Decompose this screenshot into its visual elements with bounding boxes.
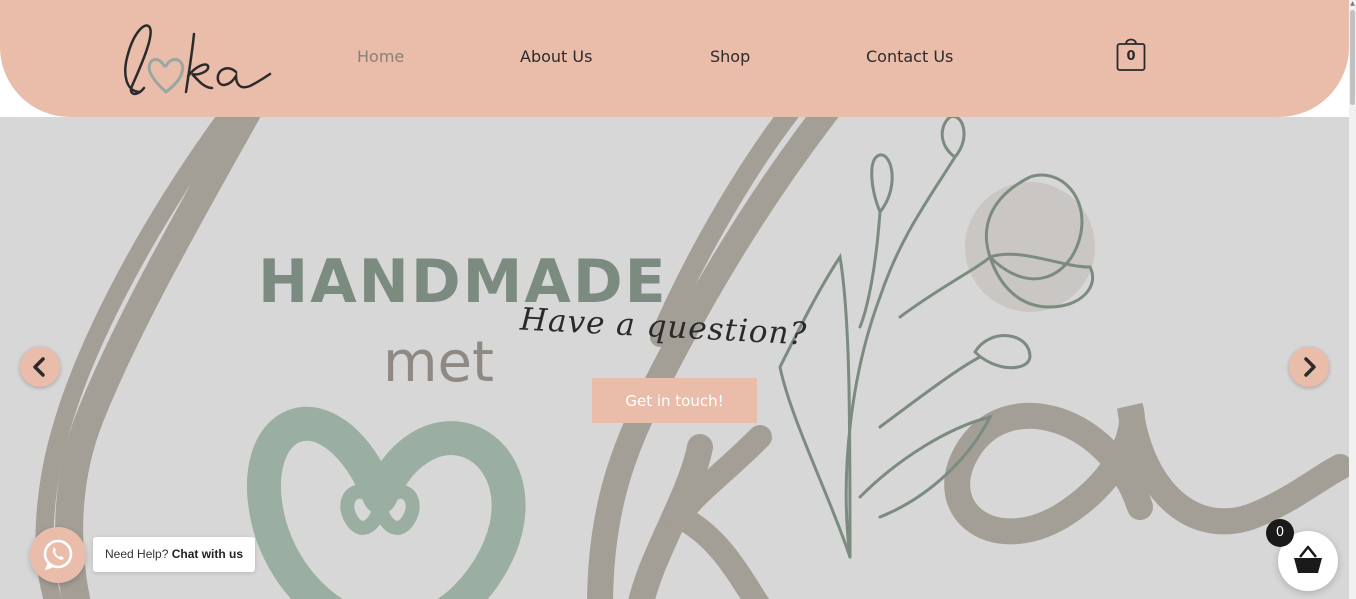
whatsapp-help-label[interactable]: Need Help? Chat with us xyxy=(93,537,256,572)
whatsapp-chat-button[interactable] xyxy=(30,527,86,583)
hero-background-illustration xyxy=(35,117,1349,599)
site-header: Home About Us Shop Contact Us 0 xyxy=(0,0,1349,117)
slider-prev-button[interactable] xyxy=(20,347,60,387)
header-cart-count: 0 xyxy=(1126,49,1136,64)
page-scrollbar[interactable]: ▲ xyxy=(1349,0,1356,599)
hero-slider: HANDMADE met Have a question? Get in tou… xyxy=(0,117,1349,599)
scrollbar-thumb[interactable] xyxy=(1350,10,1355,105)
slider-next-button[interactable] xyxy=(1289,347,1329,387)
whatsapp-help-prefix: Need Help? xyxy=(105,547,169,561)
nav-home[interactable]: Home xyxy=(357,47,404,66)
nav-shop[interactable]: Shop xyxy=(710,47,750,66)
get-in-touch-button[interactable]: Get in touch! xyxy=(592,378,757,423)
floating-cart-count: 0 xyxy=(1266,519,1294,547)
scroll-up-icon[interactable]: ▲ xyxy=(1349,0,1356,8)
nav-about-us[interactable]: About Us xyxy=(520,47,592,66)
hero-headline: HANDMADE xyxy=(258,247,668,317)
chevron-right-icon xyxy=(1304,357,1316,377)
header-cart-button[interactable]: 0 xyxy=(1116,36,1148,74)
hero-subline: met xyxy=(383,330,494,395)
nav-contact-us[interactable]: Contact Us xyxy=(866,47,953,66)
chevron-left-icon xyxy=(33,357,45,377)
site-logo[interactable] xyxy=(118,14,278,100)
whatsapp-help-emphasis: Chat with us xyxy=(171,547,244,561)
whatsapp-icon xyxy=(43,539,73,571)
